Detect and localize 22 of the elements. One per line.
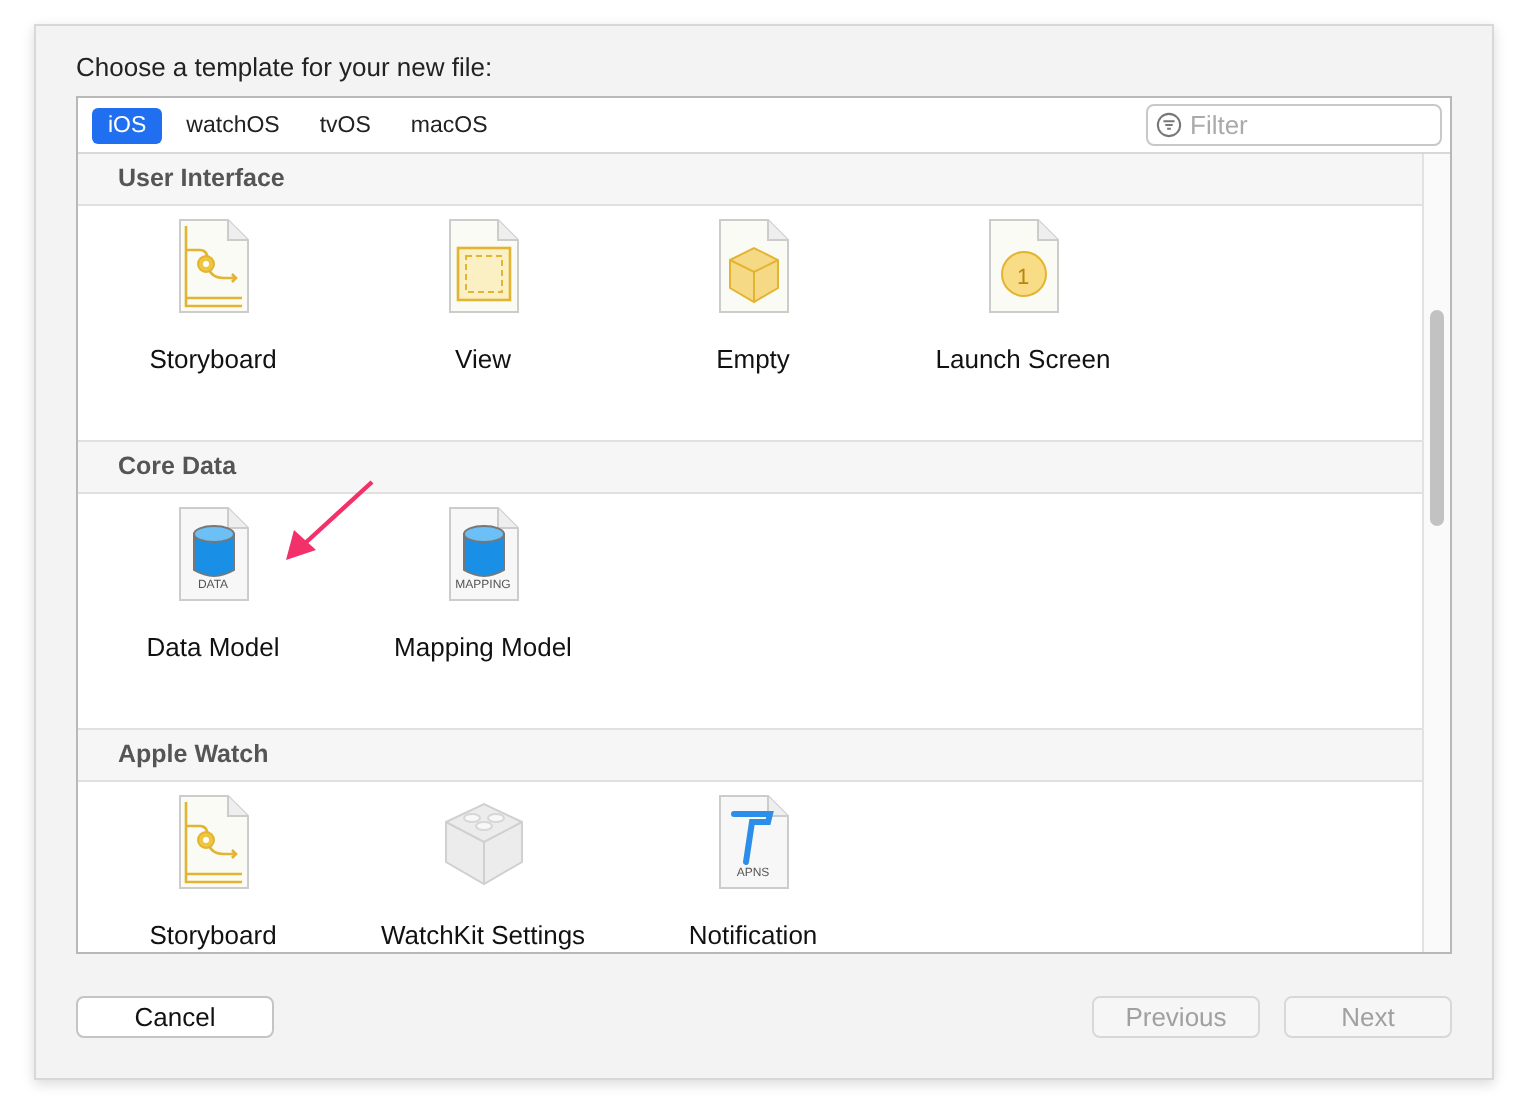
template-label[interactable]: Storyboard [149,920,277,950]
section-header: User Interface [78,154,1422,206]
platform-tab[interactable]: watchOS [170,107,296,143]
filter-field[interactable]: Filter [1146,104,1442,146]
platform-tab[interactable]: iOS [92,107,163,143]
template-label[interactable]: WatchKit Settings [380,920,586,950]
template-label[interactable]: Data Model [146,632,280,662]
filter-icon [1156,112,1182,138]
template-label[interactable]: Storyboard [149,344,277,374]
dialog-button[interactable]: Cancel [76,996,274,1038]
icon-badge-text: 1 [1016,266,1030,290]
template-label[interactable]: Launch Screen [935,344,1111,374]
template-label[interactable]: View [455,344,511,374]
scrollbar-thumb[interactable] [1430,310,1444,526]
template-label[interactable]: Mapping Model [394,632,572,662]
template-label[interactable]: Empty [716,344,790,374]
platform-tab[interactable]: macOS [394,107,504,143]
dialog-prompt: Choose a template for your new file: [76,50,495,86]
section-header: Apple Watch [78,728,1422,782]
section-header: Core Data [78,440,1422,494]
template-label[interactable]: Notification [688,920,818,950]
platform-tab[interactable]: tvOS [303,107,387,143]
